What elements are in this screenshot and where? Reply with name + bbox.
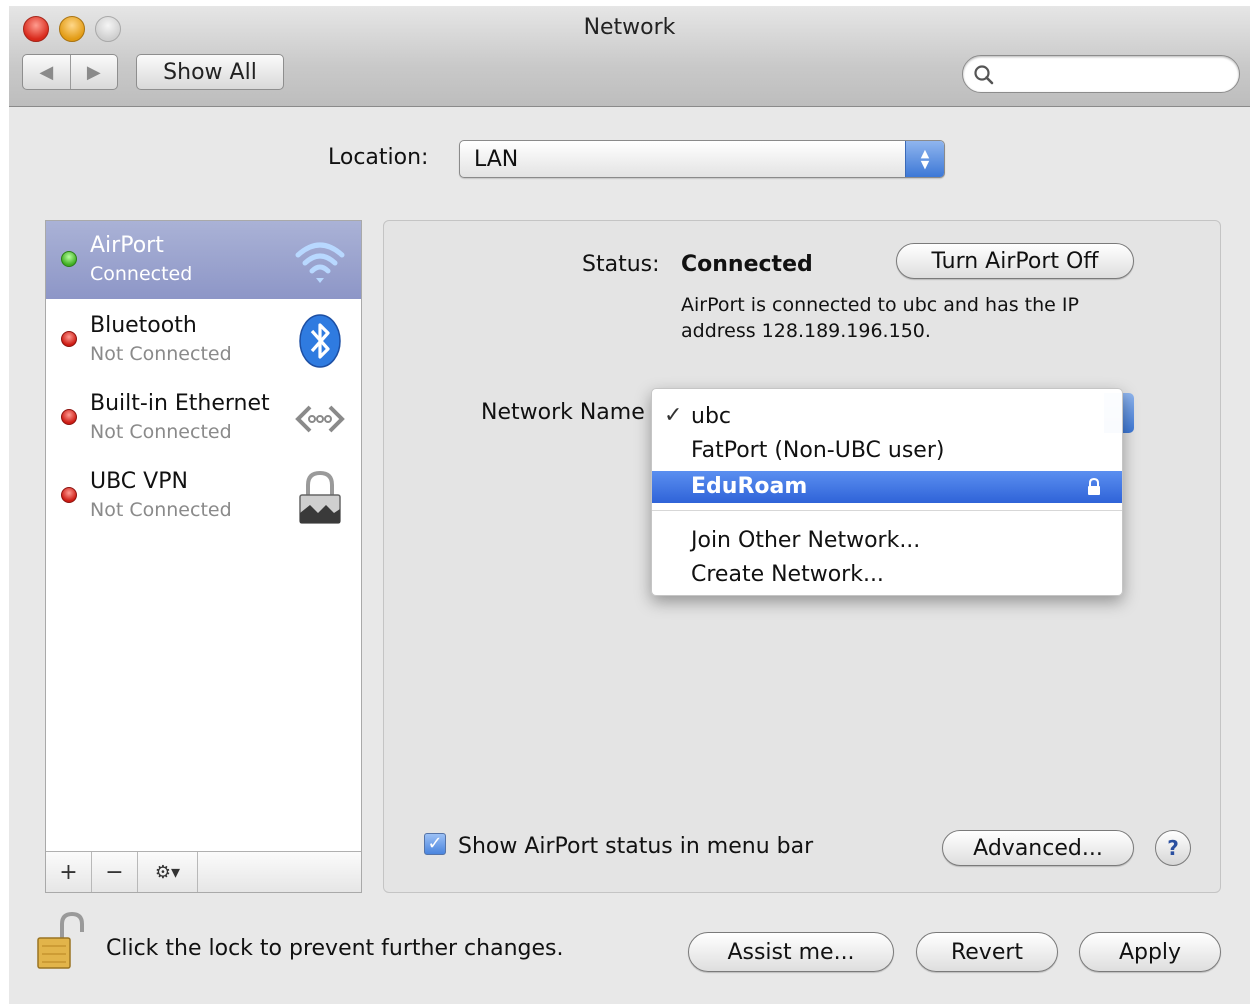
show-airport-status-label: Show AirPort status in menu bar — [458, 834, 814, 859]
padlock-icon[interactable] — [32, 910, 84, 972]
location-popup[interactable]: LAN ▲ ▼ — [459, 140, 945, 178]
menu-item-label: FatPort (Non-UBC user) — [691, 438, 945, 463]
bluetooth-icon — [299, 314, 341, 368]
service-item-bluetooth[interactable]: Bluetooth Not Connected — [46, 301, 361, 379]
network-menu-item-fatport[interactable]: FatPort (Non-UBC user) — [652, 435, 1122, 467]
service-item-ubc-vpn[interactable]: UBC VPN Not Connected — [46, 457, 361, 535]
lock-icon — [1088, 477, 1100, 495]
service-item-airport[interactable]: AirPort Connected — [46, 221, 361, 299]
lock-message: Click the lock to prevent further change… — [106, 936, 564, 961]
status-label: Status: — [582, 252, 660, 277]
service-list: AirPort Connected Bluetooth Not Connecte… — [45, 220, 362, 893]
service-status: Connected — [90, 263, 193, 285]
service-status: Not Connected — [90, 343, 232, 365]
network-menu-item-ubc[interactable]: ✓ ubc — [652, 401, 1122, 433]
remove-service-button[interactable]: − — [92, 852, 138, 892]
vpn-lock-icon — [299, 470, 341, 524]
status-indicator-red — [61, 409, 77, 425]
show-airport-status-checkbox[interactable]: ✓ — [424, 833, 446, 855]
back-forward-control: ◀ ▶ — [22, 54, 118, 90]
assist-me-button[interactable]: Assist me... — [688, 932, 894, 972]
status-indicator-green — [61, 251, 77, 267]
location-label: Location: — [328, 145, 429, 170]
network-name-menu: ✓ ubc FatPort (Non-UBC user) EduRoam Joi… — [651, 388, 1123, 596]
forward-button[interactable]: ▶ — [69, 55, 118, 89]
ethernet-icon — [295, 405, 345, 433]
window-title: Network — [583, 15, 676, 40]
service-name: Built-in Ethernet — [90, 391, 270, 416]
revert-button[interactable]: Revert — [916, 932, 1058, 972]
service-status: Not Connected — [90, 421, 232, 443]
menu-item-label: Join Other Network... — [691, 528, 921, 553]
back-button[interactable]: ◀ — [23, 55, 70, 89]
menu-item-label: EduRoam — [691, 474, 808, 499]
menu-item-label: Create Network... — [691, 562, 884, 587]
checkmark-icon: ✓ — [664, 403, 683, 428]
search-icon — [974, 65, 994, 85]
search-field[interactable] — [962, 55, 1240, 93]
create-network-item[interactable]: Create Network... — [652, 559, 1122, 591]
toolbar: Network ◀ ▶ Show All — [9, 6, 1250, 107]
help-button[interactable]: ? — [1155, 830, 1191, 866]
status-value: Connected — [681, 252, 813, 277]
status-description: AirPort is connected to ubc and has the … — [681, 294, 1079, 342]
add-service-button[interactable]: + — [46, 852, 92, 892]
menu-item-label: ubc — [691, 404, 732, 429]
service-item-built-in-ethernet[interactable]: Built-in Ethernet Not Connected — [46, 379, 361, 457]
join-other-network-item[interactable]: Join Other Network... — [652, 525, 1122, 557]
status-indicator-red — [61, 487, 77, 503]
service-name: AirPort — [90, 233, 164, 258]
show-all-button[interactable]: Show All — [136, 54, 284, 90]
network-name-label: Network Name — [481, 400, 645, 425]
service-list-toolbar: + − ⚙▾ — [46, 851, 361, 892]
advanced-button[interactable]: Advanced... — [942, 830, 1134, 866]
network-menu-item-eduroam[interactable]: EduRoam — [652, 471, 1122, 503]
service-name: UBC VPN — [90, 469, 188, 494]
turn-airport-off-button[interactable]: Turn AirPort Off — [896, 243, 1134, 279]
menu-separator — [652, 510, 1122, 511]
network-preferences-window: Network ◀ ▶ Show All Location: LAN ▲ ▼ Ai… — [9, 6, 1250, 1004]
service-name: Bluetooth — [90, 313, 197, 338]
location-value: LAN — [474, 147, 519, 172]
popup-arrows-icon: ▲ ▼ — [905, 141, 944, 177]
apply-button[interactable]: Apply — [1079, 932, 1221, 972]
service-action-menu-button[interactable]: ⚙▾ — [138, 852, 198, 892]
status-indicator-red — [61, 331, 77, 347]
service-status: Not Connected — [90, 499, 232, 521]
wifi-icon — [295, 242, 345, 283]
